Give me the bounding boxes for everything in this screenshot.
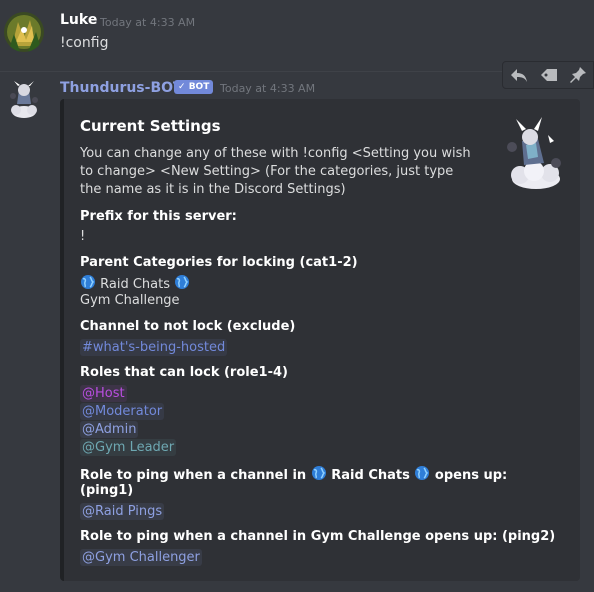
bot-tag-label: BOT bbox=[188, 82, 210, 92]
globe-icon bbox=[311, 465, 327, 485]
channel-mention[interactable]: #what's-being-hosted bbox=[80, 339, 228, 356]
field-name-ping1-line2: (ping1) bbox=[80, 483, 134, 498]
field-value-prefix: ! bbox=[80, 229, 86, 244]
globe-icon bbox=[174, 274, 190, 294]
timestamp: Today at 4:33 AM bbox=[100, 16, 196, 29]
role-mention-moderator[interactable]: @Moderator bbox=[80, 403, 165, 420]
field-name-ping1: Role to ping when a channel in Raid Chat… bbox=[80, 465, 507, 485]
field-value-parent-category-1: Raid Chats bbox=[80, 274, 190, 294]
avatar[interactable] bbox=[4, 80, 44, 120]
message-content: !config bbox=[60, 35, 109, 51]
message-luke: Luke Today at 4:33 AM !config bbox=[0, 0, 594, 70]
role-mention-admin[interactable]: @Admin bbox=[80, 421, 139, 438]
role-mention-raid-pings[interactable]: @Raid Pings bbox=[80, 503, 165, 520]
field-name-roles: Roles that can lock (role1-4) bbox=[80, 365, 288, 380]
globe-icon bbox=[80, 274, 96, 294]
timestamp: Today at 4:33 AM bbox=[220, 82, 316, 95]
username[interactable]: Luke bbox=[60, 12, 97, 28]
role-mention-gym-leader[interactable]: @Gym Leader bbox=[80, 439, 177, 456]
embed-thumbnail[interactable] bbox=[492, 117, 572, 197]
field-name-prefix: Prefix for this server: bbox=[80, 209, 237, 224]
bot-tag: ✓ BOT bbox=[174, 80, 214, 94]
ping1-name-mid: Raid Chats bbox=[331, 468, 410, 483]
embed-description: You can change any of these with !config… bbox=[80, 146, 471, 197]
avatar[interactable] bbox=[4, 12, 44, 52]
ping1-name-pre: Role to ping when a channel in bbox=[80, 468, 307, 483]
role-mention-gym-challenger[interactable]: @Gym Challenger bbox=[80, 549, 202, 566]
field-name-ping2: Role to ping when a channel in Gym Chall… bbox=[80, 529, 556, 544]
parent-category-label: Raid Chats bbox=[100, 277, 171, 292]
field-name-parent-categories: Parent Categories for locking (cat1-2) bbox=[80, 255, 358, 270]
field-value-parent-category-2: Gym Challenge bbox=[80, 293, 180, 308]
globe-icon bbox=[414, 465, 430, 485]
embed-title: Current Settings bbox=[80, 117, 221, 135]
embed: Current Settings You can change any of t… bbox=[60, 99, 580, 581]
verified-check-icon: ✓ bbox=[178, 82, 186, 92]
field-name-exclude: Channel to not lock (exclude) bbox=[80, 319, 296, 334]
role-mention-host[interactable]: @Host bbox=[80, 385, 127, 402]
username[interactable]: Thundurus-BOT bbox=[60, 80, 183, 96]
ping1-name-post: opens up: bbox=[434, 468, 508, 483]
